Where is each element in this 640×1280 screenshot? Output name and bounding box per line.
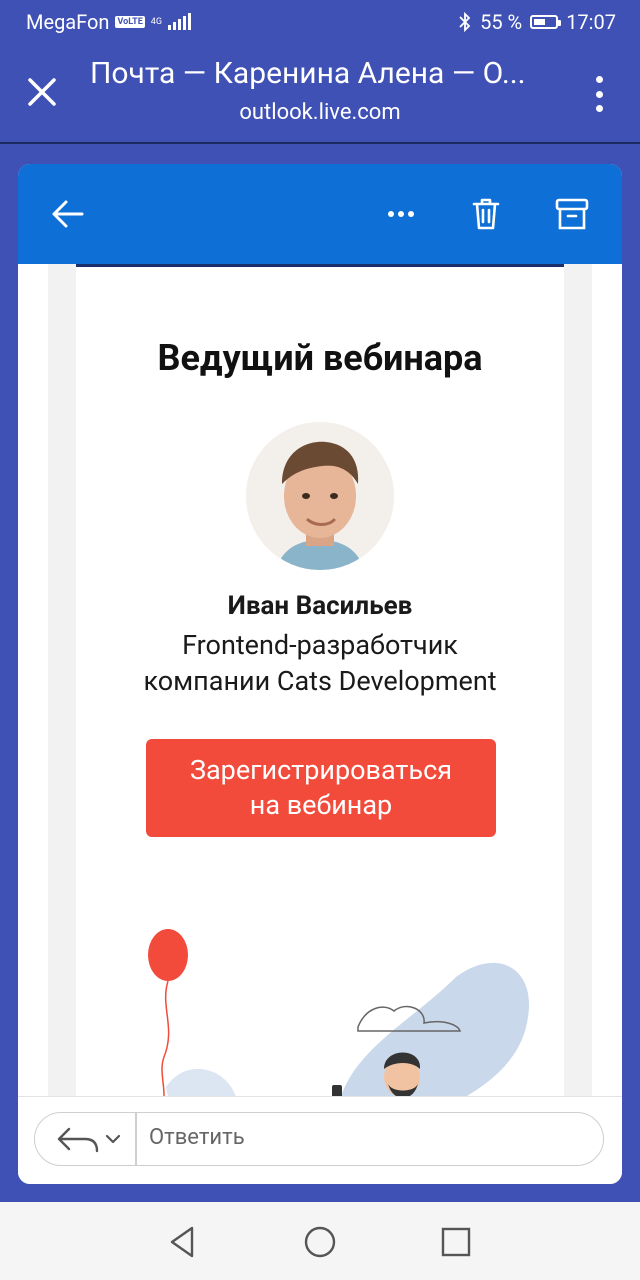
nav-back-icon[interactable] <box>162 1222 202 1262</box>
register-button-line1: Зарегистрироваться <box>189 754 453 786</box>
carrier-label: MegaFon <box>26 10 110 34</box>
mail-toolbar <box>18 164 622 264</box>
email-heading: Ведущий вебинара <box>157 337 483 379</box>
trash-icon[interactable] <box>466 194 506 234</box>
speaker-role: Frontend-разработчик компании Cats Devel… <box>76 627 564 699</box>
speaker-role-line1: Frontend-разработчик <box>182 629 458 661</box>
volte-badge: VoLTE <box>115 16 145 28</box>
more-vert-icon[interactable] <box>596 76 606 112</box>
speaker-avatar <box>246 422 394 570</box>
speaker-name: Иван Васильев <box>227 591 413 621</box>
status-bar: MegaFon VoLTE 4G 55 % 17:07 <box>0 0 640 44</box>
system-nav-bar <box>0 1202 640 1280</box>
signal-icon <box>167 13 191 30</box>
back-arrow-icon[interactable] <box>48 194 88 234</box>
clock: 17:07 <box>566 10 616 34</box>
network-type: 4G <box>150 16 162 27</box>
reply-bar: Ответить <box>18 1096 622 1184</box>
mail-card: Ведущий вебинара Иван Васильев Frontend-… <box>18 164 622 1184</box>
register-button-line2: на вебинар <box>249 789 393 821</box>
bluetooth-icon <box>459 12 471 32</box>
reply-placeholder[interactable]: Ответить <box>149 1125 245 1150</box>
speaker-role-line2: компании Cats Development <box>143 665 497 697</box>
email-frame: Ведущий вебинара Иван Васильев Frontend-… <box>48 264 592 1184</box>
browser-bar: Почта — Каренина Алена — О... outlook.li… <box>0 44 640 144</box>
battery-percent: 55 % <box>480 10 523 34</box>
battery-icon <box>530 15 562 29</box>
page-title: Почта — Каренина Алена — О... <box>90 56 526 91</box>
archive-icon[interactable] <box>552 194 592 234</box>
nav-recents-icon[interactable] <box>436 1222 476 1262</box>
reply-icon[interactable] <box>53 1123 123 1155</box>
reply-separator <box>135 1113 137 1165</box>
register-button[interactable]: Зарегистрироваться на вебинар <box>146 739 496 837</box>
close-icon[interactable] <box>22 72 62 112</box>
page-url: outlook.live.com <box>239 100 401 125</box>
reply-field[interactable]: Ответить <box>34 1112 604 1166</box>
nav-home-icon[interactable] <box>300 1222 340 1262</box>
browser-divider <box>0 142 640 144</box>
more-horiz-icon[interactable] <box>381 194 421 234</box>
email-body: Ведущий вебинара Иван Васильев Frontend-… <box>76 264 564 1184</box>
